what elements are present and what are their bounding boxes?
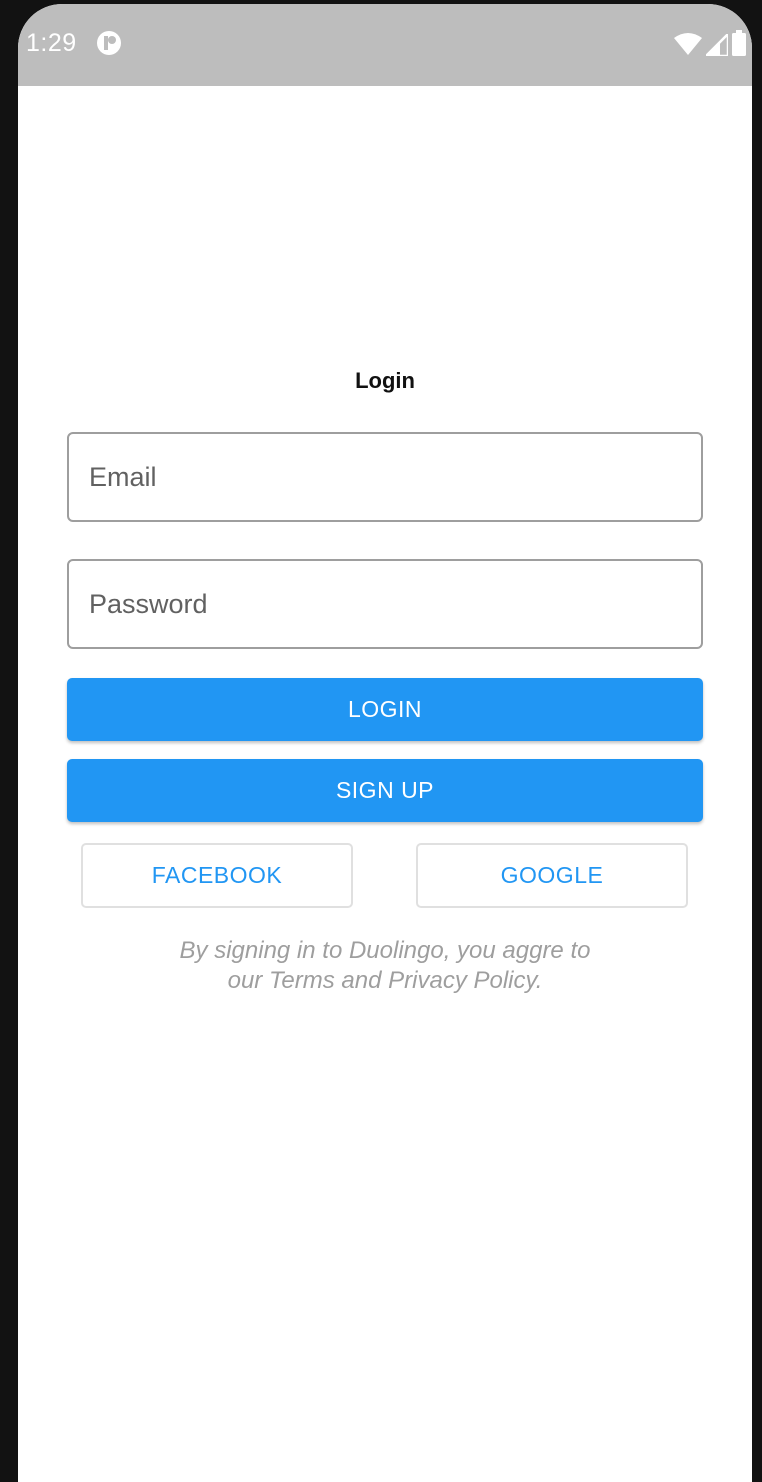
signal-icon <box>706 34 728 56</box>
signup-button[interactable]: SIGN UP <box>67 759 703 822</box>
wifi-icon <box>674 33 702 55</box>
facebook-button-label: FACEBOOK <box>151 862 283 888</box>
password-input[interactable] <box>69 561 701 647</box>
terms-line-1: By signing in to Duolingo, you aggre to <box>179 937 591 964</box>
app-notification-icon <box>97 31 121 55</box>
email-input[interactable] <box>69 434 701 520</box>
page-title: Login <box>355 368 415 393</box>
password-field[interactable] <box>67 559 703 649</box>
google-button-label: GOOGLE <box>500 862 604 888</box>
terms-line-2: our Terms and Privacy Policy. <box>227 967 543 994</box>
device-frame: 1:29 Login Email LOGIN SIGN UP FACEBOOK … <box>0 0 762 1482</box>
battery-icon <box>732 30 746 56</box>
signup-button-label: SIGN UP <box>335 777 435 803</box>
login-button-label: LOGIN <box>347 696 423 722</box>
email-field[interactable] <box>67 432 703 522</box>
google-button[interactable]: GOOGLE <box>416 843 688 908</box>
facebook-button[interactable]: FACEBOOK <box>81 843 353 908</box>
login-button[interactable]: LOGIN <box>67 678 703 741</box>
status-icons <box>674 30 746 56</box>
app-screen: 1:29 Login Email LOGIN SIGN UP FACEBOOK … <box>18 4 752 1482</box>
terms-notice: By signing in to Duolingo, you aggre to … <box>18 936 752 996</box>
status-time: 1:29 <box>26 29 77 57</box>
status-bar: 1:29 <box>18 4 752 86</box>
